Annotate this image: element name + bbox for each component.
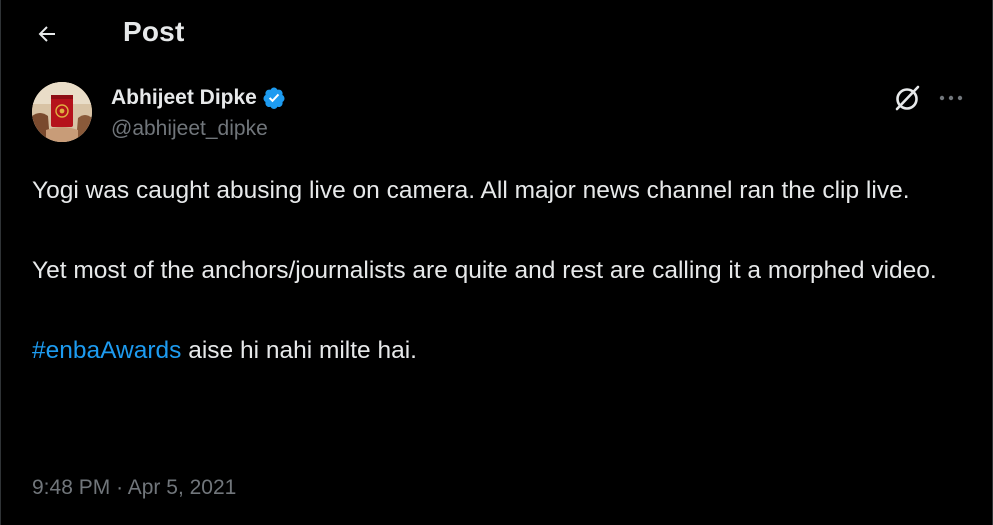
hashtag-link[interactable]: #enbaAwards: [32, 337, 181, 364]
grok-icon: [895, 85, 920, 111]
more-options-button[interactable]: [934, 84, 968, 112]
verified-badge-icon[interactable]: [262, 86, 286, 110]
top-bar: Post: [1, 0, 993, 68]
post-timestamp[interactable]: 9:48 PM · Apr 5, 2021: [32, 476, 236, 500]
tweet-paragraph-2: Yet most of the anchors/journalists are …: [32, 257, 937, 284]
grok-button[interactable]: [889, 83, 925, 113]
back-button[interactable]: [27, 14, 67, 54]
meta-separator: ·: [116, 476, 124, 499]
more-horizontal-icon: [939, 95, 963, 101]
tweet-paragraph-1: Yogi was caught abusing live on camera. …: [32, 177, 910, 204]
author-handle[interactable]: @abhijeet_dipke: [111, 117, 268, 141]
tweet-paragraph-3: #enbaAwards aise hi nahi milte hai.: [32, 331, 967, 371]
author-name-row: Abhijeet Dipke: [111, 84, 286, 112]
avatar-photo-icon: [32, 82, 92, 142]
author-name[interactable]: Abhijeet Dipke: [111, 86, 257, 110]
arrow-left-icon: [38, 26, 55, 42]
post-date: Apr 5, 2021: [127, 476, 237, 499]
post-page: Post Abhijeet Dipke @abhijeet_dipke Yogi…: [0, 0, 993, 525]
page-title: Post: [123, 16, 185, 47]
post-time: 9:48 PM: [32, 476, 111, 499]
tweet-paragraph-3-text: aise hi nahi milte hai.: [181, 337, 417, 364]
avatar[interactable]: [32, 82, 92, 142]
tweet-text: Yogi was caught abusing live on camera. …: [32, 171, 967, 371]
